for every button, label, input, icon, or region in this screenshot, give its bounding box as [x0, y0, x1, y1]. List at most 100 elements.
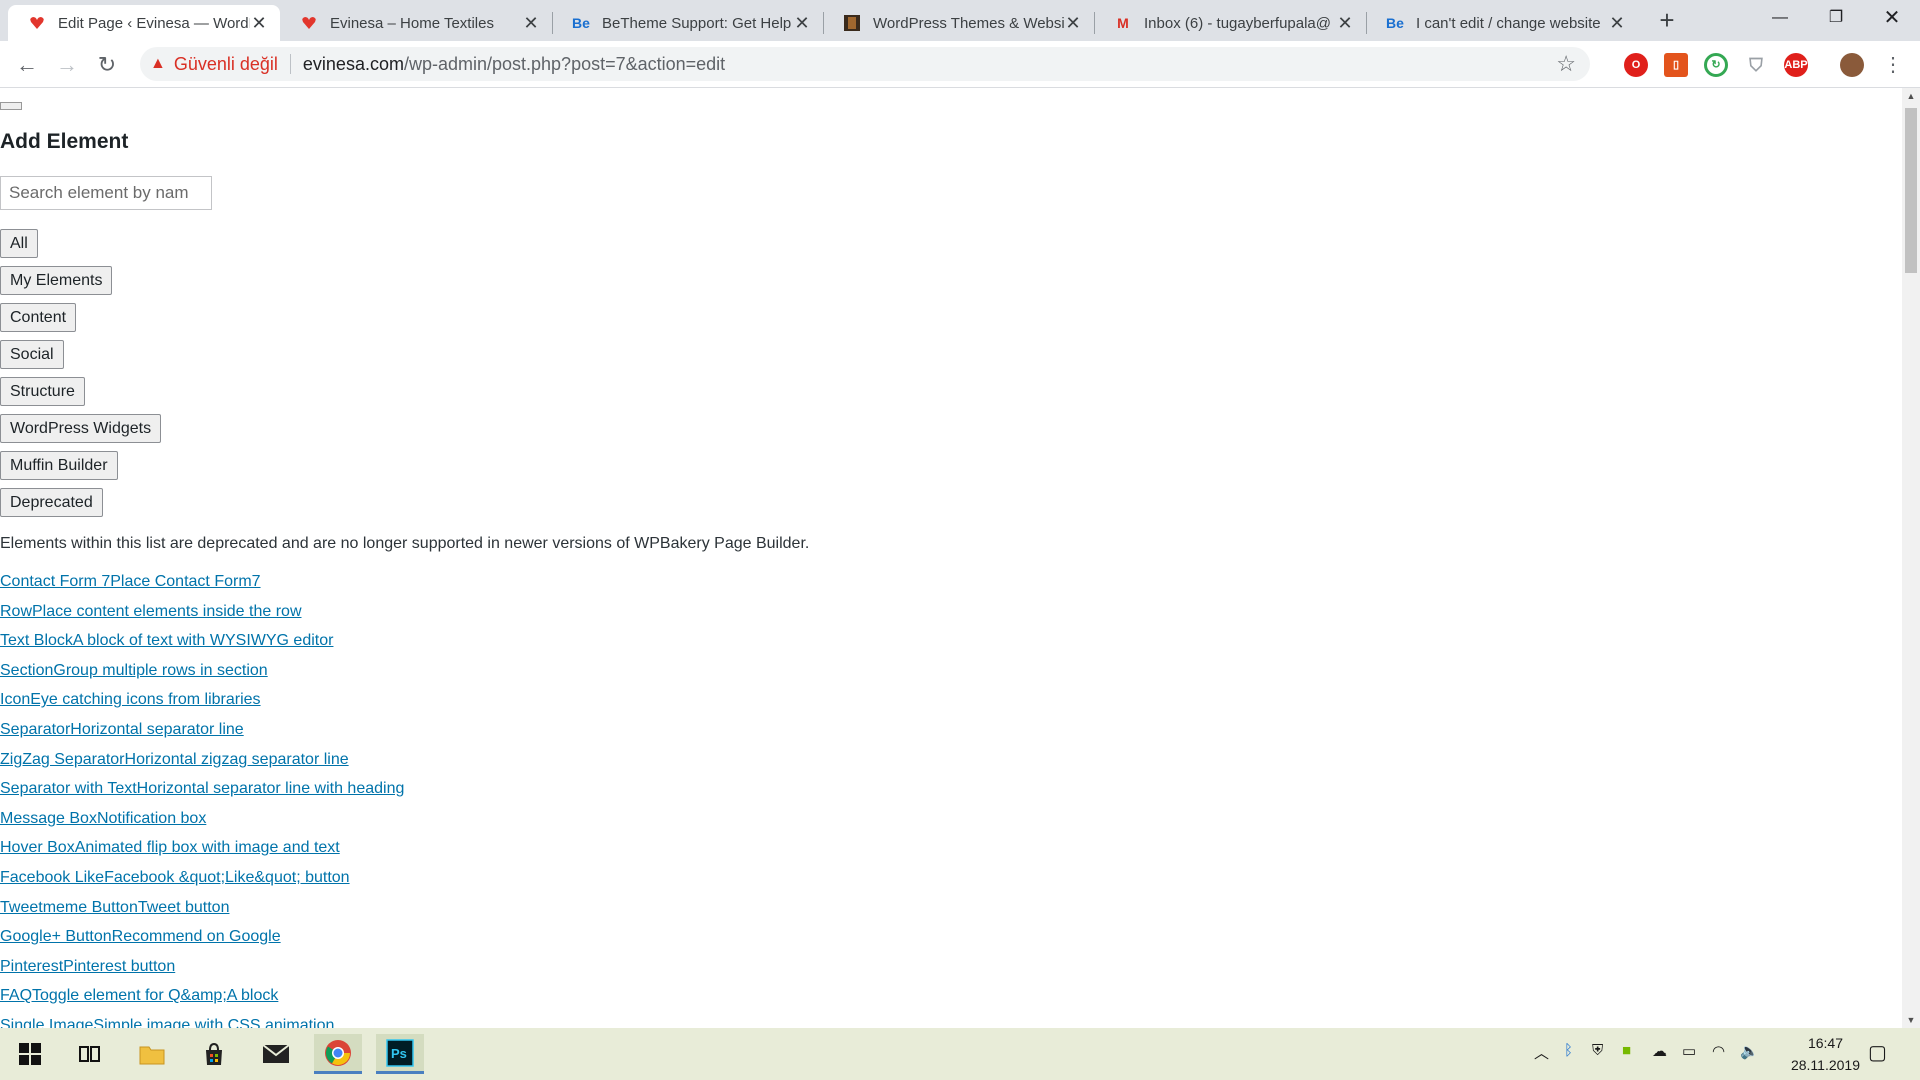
minimize-icon[interactable]: —	[1752, 0, 1808, 36]
nvidia-icon[interactable]: ■	[1622, 1042, 1631, 1059]
betheme-icon: Be	[572, 15, 590, 31]
scroll-up-icon[interactable]: ▲	[1902, 88, 1920, 104]
element-link[interactable]: Hover BoxAnimated flip box with image an…	[0, 839, 340, 856]
address-bar[interactable]: ▲ Güvenli değil evinesa.com/wp-admin/pos…	[140, 47, 1590, 81]
sync-icon[interactable]: ↻	[1704, 53, 1728, 77]
avatar-icon[interactable]	[1840, 53, 1864, 77]
tab-title: BeTheme Support: Get Help	[602, 14, 792, 32]
reload-icon[interactable]: ↻	[92, 50, 122, 80]
tab-wordpress-themes[interactable]: WordPress Themes & Websit ✕	[823, 5, 1094, 41]
restore-icon[interactable]: ❐	[1808, 0, 1864, 36]
list-item: Text BlockA block of text with WYSIWYG e…	[0, 631, 404, 661]
betheme-icon: Be	[1386, 15, 1404, 31]
office-icon[interactable]: ▯	[1664, 53, 1688, 77]
gmail-icon: M	[1117, 15, 1129, 31]
category-muffin-builder-button[interactable]: Muffin Builder	[0, 451, 118, 480]
element-link[interactable]: IconEye catching icons from libraries	[0, 691, 261, 708]
element-link[interactable]: Contact Form 7Place Contact Form7	[0, 573, 261, 590]
notification-icon[interactable]: ▢	[1868, 1040, 1887, 1065]
clock-date: 28.11.2019	[1790, 1057, 1860, 1073]
close-icon[interactable]: ✕	[1336, 13, 1354, 34]
onedrive-icon[interactable]: ☁	[1652, 1042, 1667, 1060]
taskbar-clock[interactable]: 16:47 28.11.2019	[1791, 1032, 1860, 1076]
opera-icon[interactable]: O	[1624, 53, 1648, 77]
file-explorer-icon[interactable]	[128, 1034, 176, 1074]
bluetooth-icon[interactable]: ᛒ	[1564, 1042, 1573, 1059]
page-content: Add Element All My Elements Content Soci…	[0, 88, 1902, 1028]
heart-icon	[300, 14, 318, 32]
category-my-elements-button[interactable]: My Elements	[0, 266, 113, 295]
category-all-button[interactable]: All	[0, 229, 38, 258]
shield-icon[interactable]: ⛉	[1744, 53, 1768, 77]
chevron-up-icon[interactable]: ︿	[1534, 1042, 1549, 1063]
new-tab-button[interactable]: +	[1652, 6, 1682, 36]
battery-icon[interactable]: ▭	[1682, 1042, 1696, 1060]
store-icon[interactable]	[190, 1034, 238, 1074]
close-icon[interactable]: ✕	[250, 13, 268, 34]
element-link[interactable]: SectionGroup multiple rows in section	[0, 662, 268, 679]
back-icon[interactable]: ←	[12, 50, 42, 80]
windows-taskbar: Ps ︿ ᛒ ⛨ ■ ☁ ▭ ◠ 🔈 16:47 28.11.2019 ▢	[0, 1028, 1920, 1080]
close-icon[interactable]: ✕	[1064, 13, 1082, 34]
element-link[interactable]: RowPlace content elements inside the row	[0, 603, 302, 620]
scroll-down-icon[interactable]: ▼	[1902, 1012, 1920, 1028]
element-link[interactable]: Single ImageSimple image with CSS animat…	[0, 1017, 334, 1028]
category-content-button[interactable]: Content	[0, 303, 77, 332]
security-label[interactable]: Güvenli değil	[174, 54, 278, 75]
element-link[interactable]: Message BoxNotification box	[0, 810, 206, 827]
adblock-icon[interactable]: ABP	[1784, 53, 1808, 77]
category-structure-button[interactable]: Structure	[0, 377, 85, 406]
tab-strip: Edit Page ‹ Evinesa — WordP ✕ Evinesa – …	[0, 0, 1920, 41]
chrome-icon[interactable]	[314, 1034, 362, 1074]
wifi-icon[interactable]: ◠	[1712, 1042, 1725, 1060]
close-icon[interactable]: ✕	[1608, 13, 1626, 34]
element-link[interactable]: Facebook LikeFacebook &quot;Like&quot; b…	[0, 869, 350, 886]
security-tray-icon[interactable]: ⛨	[1592, 1042, 1603, 1059]
list-item: Tweetmeme ButtonTweet button	[0, 898, 404, 928]
list-item: Facebook LikeFacebook &quot;Like&quot; b…	[0, 868, 404, 898]
omnibox-divider	[289, 54, 291, 74]
panel-toggle-button[interactable]	[0, 102, 22, 110]
category-social-button[interactable]: Social	[0, 340, 64, 369]
list-item: Separator with TextHorizontal separator …	[0, 779, 404, 809]
photoshop-icon[interactable]: Ps	[376, 1034, 424, 1074]
scrollbar-thumb[interactable]	[1905, 108, 1917, 273]
element-link[interactable]: FAQToggle element for Q&amp;A block	[0, 987, 278, 1004]
element-link[interactable]: Tweetmeme ButtonTweet button	[0, 899, 229, 916]
category-deprecated-button[interactable]: Deprecated	[0, 488, 103, 517]
close-window-icon[interactable]: ✕	[1864, 0, 1920, 36]
volume-icon[interactable]: 🔈	[1740, 1042, 1759, 1060]
url-domain: evinesa.com	[302, 53, 404, 74]
tab-betheme-support[interactable]: Be BeTheme Support: Get Help ✕	[552, 5, 823, 41]
tab-gmail-inbox[interactable]: M Inbox (6) - tugayberfupala@ ✕	[1094, 5, 1366, 41]
tab-cant-edit[interactable]: Be I can't edit / change website ✕	[1366, 5, 1638, 41]
menu-icon[interactable]: ⋮	[1878, 50, 1908, 80]
element-link[interactable]: Separator with TextHorizontal separator …	[0, 780, 404, 797]
category-wordpress-widgets-button[interactable]: WordPress Widgets	[0, 414, 162, 443]
list-item: SectionGroup multiple rows in section	[0, 661, 404, 691]
star-icon[interactable]: ☆	[1556, 51, 1576, 77]
list-item: Hover BoxAnimated flip box with image an…	[0, 838, 404, 868]
page-scrollbar[interactable]: ▲ ▼	[1902, 88, 1920, 1028]
warning-icon: ▲	[150, 55, 166, 72]
list-item: Single ImageSimple image with CSS animat…	[0, 1016, 404, 1028]
element-link[interactable]: ZigZag SeparatorHorizontal zigzag separa…	[0, 751, 349, 768]
close-icon[interactable]: ✕	[522, 13, 540, 34]
close-icon[interactable]: ✕	[793, 13, 811, 34]
tab-title: I can't edit / change website	[1416, 14, 1601, 32]
mail-icon[interactable]	[252, 1034, 300, 1074]
element-list: Contact Form 7Place Contact Form7 RowPla…	[0, 572, 404, 1028]
element-search-input[interactable]	[0, 176, 212, 210]
element-link[interactable]: SeparatorHorizontal separator line	[0, 721, 244, 738]
forward-icon[interactable]: →	[52, 50, 82, 80]
url-path: /wp-admin/post.php?post=7&action=edit	[403, 53, 726, 74]
task-view-icon[interactable]	[66, 1034, 114, 1074]
element-link[interactable]: PinterestPinterest button	[0, 958, 175, 975]
element-link[interactable]: Text BlockA block of text with WYSIWYG e…	[0, 632, 333, 649]
windows-start-icon[interactable]	[6, 1034, 54, 1074]
panel-title: Add Element	[0, 130, 129, 153]
tab-edit-page[interactable]: Edit Page ‹ Evinesa — WordP ✕	[8, 5, 280, 41]
list-item: IconEye catching icons from libraries	[0, 690, 404, 720]
tab-evinesa-home[interactable]: Evinesa – Home Textiles ✕	[280, 5, 552, 41]
element-link[interactable]: Google+ ButtonRecommend on Google	[0, 928, 281, 945]
